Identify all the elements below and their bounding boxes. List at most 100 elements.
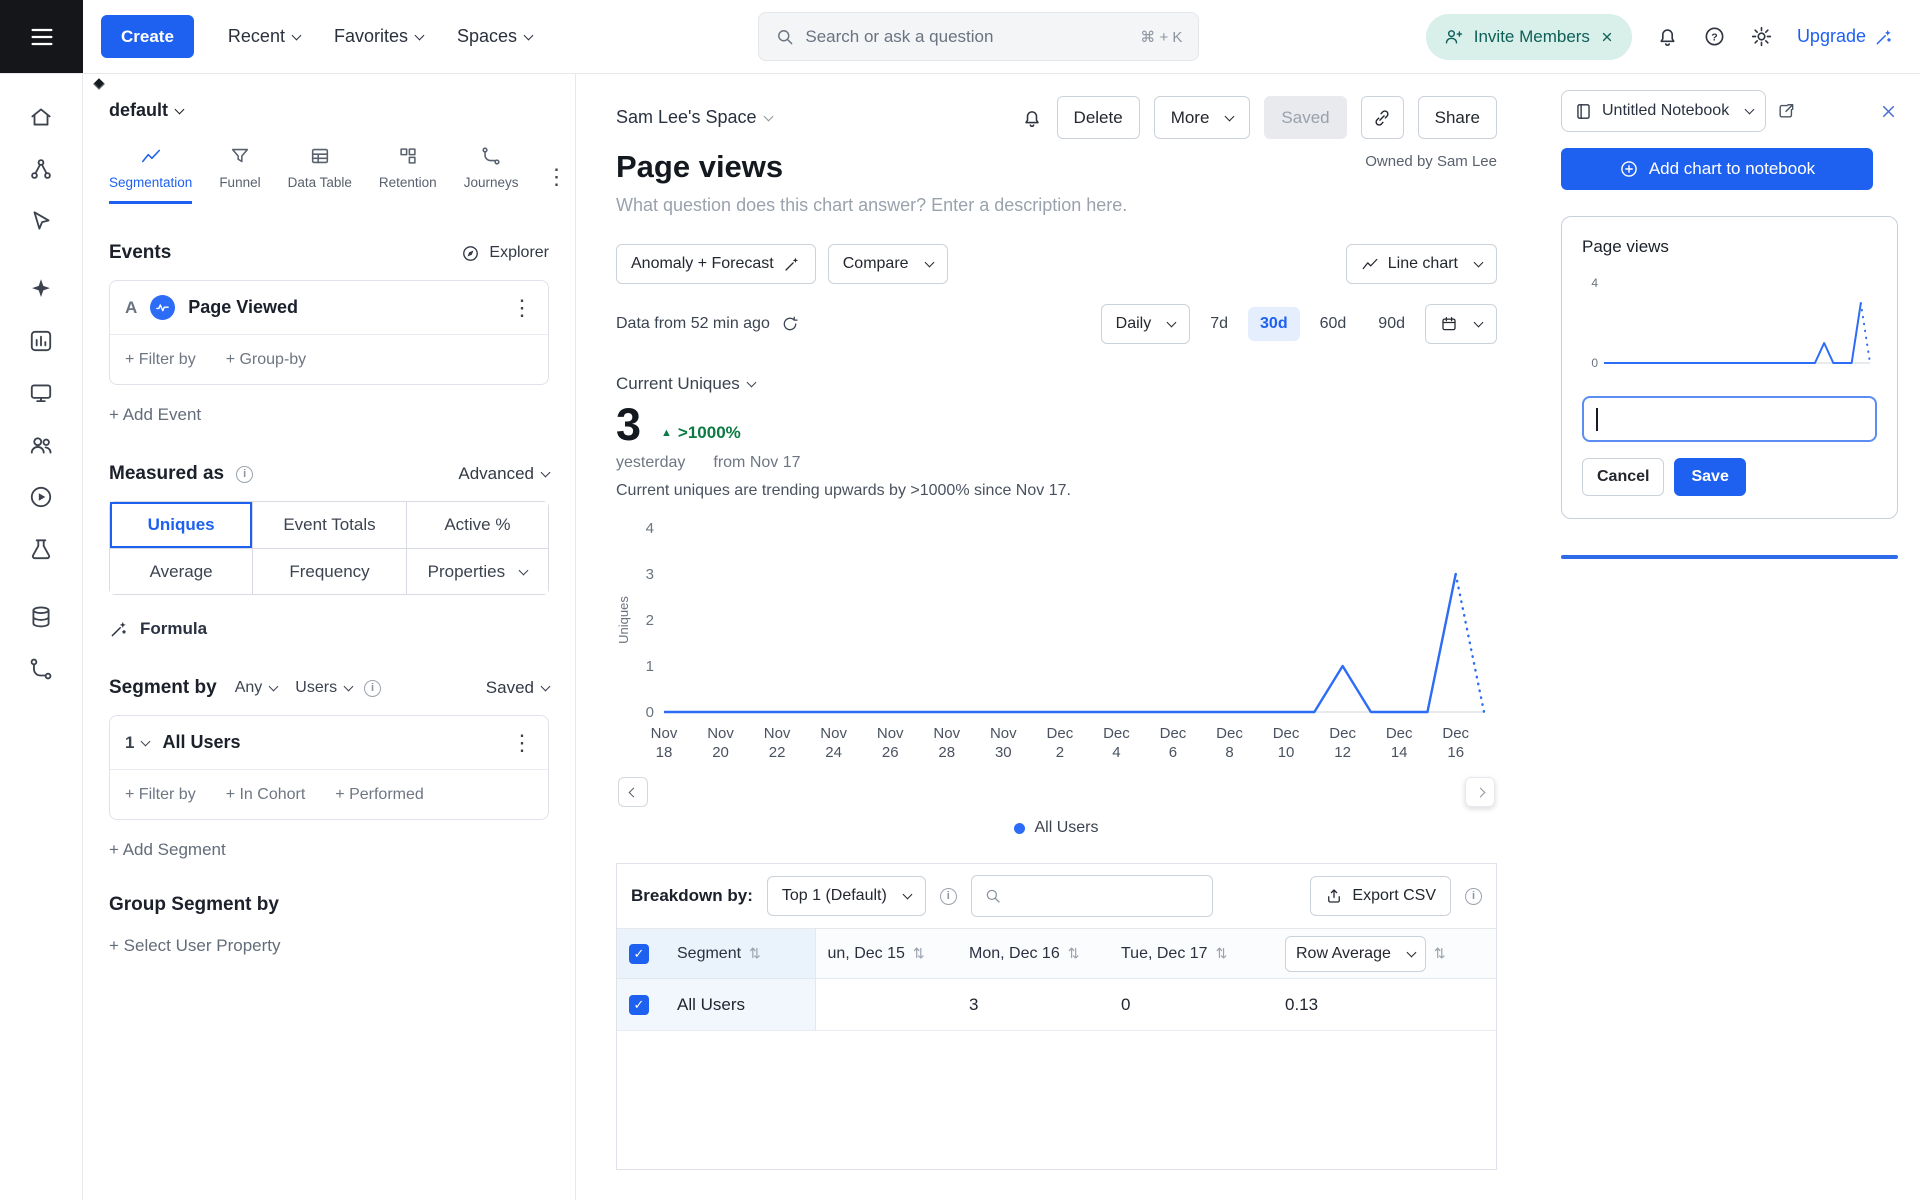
col-dec-16[interactable]: Mon, Dec 16 (969, 945, 1060, 963)
explorer-button[interactable]: Explorer (461, 244, 549, 263)
table-row[interactable]: ✓ All Users 3 0 0.13 (617, 979, 1496, 1031)
segment-performed-button[interactable]: + Performed (335, 786, 423, 804)
formula-button[interactable]: Formula (109, 619, 549, 639)
rail-users[interactable] (19, 424, 63, 466)
row-average-selector[interactable]: Row Average (1285, 936, 1426, 972)
rail-pointer[interactable] (19, 200, 63, 242)
event-filter-by-button[interactable]: + Filter by (125, 351, 196, 369)
close-icon[interactable] (1600, 30, 1614, 44)
tab-data-table[interactable]: Data Table (288, 145, 352, 204)
granularity-selector[interactable]: Daily (1101, 304, 1191, 344)
breakdown-search[interactable] (971, 875, 1213, 917)
breadcrumb[interactable]: Sam Lee's Space (616, 107, 772, 128)
chart-next-button[interactable] (1465, 777, 1495, 807)
collapse-caret-icon[interactable] (93, 78, 104, 89)
sort-icon[interactable]: ⇅ (1216, 945, 1228, 962)
add-chart-to-notebook-button[interactable]: Add chart to notebook (1561, 148, 1873, 190)
settings-button[interactable] (1750, 25, 1773, 48)
chart-type-selector[interactable]: Line chart (1346, 244, 1497, 284)
saved-button[interactable]: Saved (1264, 96, 1346, 139)
tab-segmentation[interactable]: Segmentation (109, 145, 192, 204)
rail-home[interactable] (19, 96, 63, 138)
event-card-header[interactable]: A Page Viewed ⋮ (110, 281, 548, 334)
info-icon[interactable]: i (236, 466, 253, 483)
metric-selector[interactable]: Current Uniques (616, 374, 1497, 394)
nav-spaces[interactable]: Spaces (457, 26, 532, 47)
range-30d[interactable]: 30d (1248, 307, 1300, 341)
col-segment[interactable]: Segment (677, 945, 741, 963)
select-all-checkbox[interactable]: ✓ (629, 944, 649, 964)
add-segment-button[interactable]: + Add Segment (109, 840, 549, 860)
sort-icon[interactable]: ⇅ (913, 945, 925, 962)
page-views-chart[interactable]: 01234UniquesNov18Nov20Nov22Nov24Nov26Nov… (616, 514, 1496, 770)
row-checkbox[interactable]: ✓ (629, 995, 649, 1015)
nav-favorites[interactable]: Favorites (334, 26, 423, 47)
custom-date-button[interactable] (1425, 304, 1497, 344)
anomaly-forecast-button[interactable]: Anomaly + Forecast (616, 244, 816, 284)
segment-card-header[interactable]: 1 All Users ⋮ (110, 716, 548, 769)
tab-retention[interactable]: Retention (379, 145, 437, 204)
global-search-input[interactable] (805, 27, 1130, 47)
add-event-button[interactable]: + Add Event (109, 405, 549, 425)
info-icon[interactable]: i (364, 680, 381, 697)
main-menu-button[interactable] (0, 0, 83, 73)
measure-option-average[interactable]: Average (110, 548, 252, 594)
rail-objects[interactable] (19, 148, 63, 190)
segment-any-dropdown[interactable]: Any (235, 679, 278, 697)
description-placeholder[interactable]: What question does this chart answer? En… (616, 195, 1497, 216)
tab-funnel[interactable]: Funnel (219, 145, 260, 204)
help-button[interactable]: ? (1703, 25, 1726, 48)
close-panel-button[interactable] (1879, 102, 1898, 121)
select-user-property-button[interactable]: + Select User Property (109, 936, 549, 956)
measure-option-active-pct[interactable]: Active % (406, 502, 548, 548)
kebab-menu-icon[interactable]: ⋮ (511, 297, 533, 319)
copy-link-button[interactable] (1361, 96, 1404, 139)
rail-ai[interactable] (19, 268, 63, 310)
more-button[interactable]: More (1154, 96, 1251, 139)
sort-icon[interactable]: ⇅ (1068, 945, 1080, 962)
global-search[interactable]: ⌘ + K (758, 12, 1199, 61)
measure-option-uniques[interactable]: Uniques (110, 502, 252, 548)
kebab-menu-icon[interactable]: ⋮ (545, 166, 567, 204)
tab-journeys[interactable]: Journeys (464, 145, 519, 204)
range-60d[interactable]: 60d (1308, 307, 1359, 341)
segment-number-dropdown[interactable]: 1 (125, 733, 149, 753)
rail-experiments[interactable] (19, 528, 63, 570)
cancel-button[interactable]: Cancel (1582, 458, 1664, 496)
range-90d[interactable]: 90d (1366, 307, 1417, 341)
col-dec-17[interactable]: Tue, Dec 17 (1121, 945, 1208, 963)
export-csv-button[interactable]: Export CSV (1310, 876, 1451, 916)
chart-legend[interactable]: All Users (616, 819, 1497, 837)
col-dec-15[interactable]: un, Dec 15 (828, 945, 905, 963)
chart-alerts-button[interactable] (1021, 107, 1043, 129)
save-button[interactable]: Save (1674, 458, 1745, 496)
sort-icon[interactable]: ⇅ (749, 945, 761, 962)
rail-journeys[interactable] (19, 648, 63, 690)
notebook-selector[interactable]: Untitled Notebook (1561, 90, 1766, 132)
chart-prev-button[interactable] (618, 777, 648, 807)
measure-option-frequency[interactable]: Frequency (252, 548, 406, 594)
info-icon[interactable]: i (1465, 888, 1482, 905)
upgrade-link[interactable]: Upgrade (1797, 26, 1894, 47)
compare-button[interactable]: Compare (828, 244, 948, 284)
rail-charts[interactable] (19, 320, 63, 362)
saved-segments-dropdown[interactable]: Saved (486, 678, 549, 698)
notifications-button[interactable] (1656, 25, 1679, 48)
breakdown-search-input[interactable] (1011, 887, 1200, 905)
sort-icon[interactable]: ⇅ (1434, 945, 1446, 962)
delete-button[interactable]: Delete (1057, 96, 1140, 139)
advanced-dropdown[interactable]: Advanced (458, 464, 549, 484)
range-7d[interactable]: 7d (1198, 307, 1240, 341)
nav-recent[interactable]: Recent (228, 26, 300, 47)
workspace-selector[interactable]: default (109, 100, 549, 121)
rail-data[interactable] (19, 596, 63, 638)
info-icon[interactable]: i (940, 888, 957, 905)
create-button[interactable]: Create (101, 15, 194, 58)
segment-filter-by-button[interactable]: + Filter by (125, 786, 196, 804)
share-button[interactable]: Share (1418, 96, 1497, 139)
rail-session-replay[interactable] (19, 476, 63, 518)
segment-in-cohort-button[interactable]: + In Cohort (226, 786, 306, 804)
notebook-note-input[interactable] (1582, 396, 1877, 442)
kebab-menu-icon[interactable]: ⋮ (511, 732, 533, 754)
breakdown-selector[interactable]: Top 1 (Default) (767, 876, 926, 916)
